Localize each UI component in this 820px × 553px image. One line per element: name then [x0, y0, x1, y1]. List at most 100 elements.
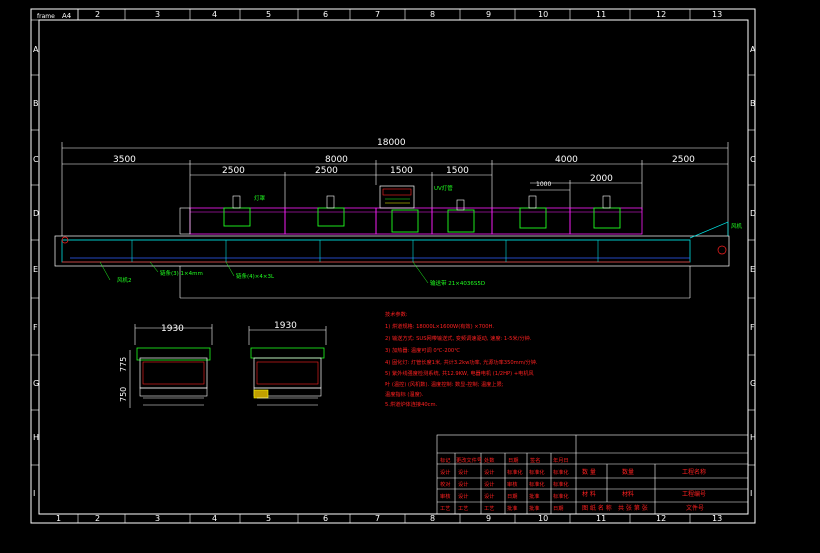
dim-2000: 2000	[590, 174, 613, 184]
quantity-value: 数量	[622, 468, 634, 476]
svg-text:设计: 设计	[440, 468, 450, 476]
dim-2500-right: 2500	[672, 155, 695, 165]
col-label: 3	[155, 10, 160, 19]
row-label: E	[33, 265, 38, 274]
col-label: 1	[56, 514, 61, 523]
material-value: 材料	[622, 490, 634, 498]
lamp-right-label: 风机	[731, 222, 743, 230]
col-label: 12	[656, 10, 666, 19]
material-label: 材 料	[582, 490, 596, 498]
dimension-values: 18000 3500 8000 4000 2500 2500 1500 1500…	[113, 138, 695, 184]
note-line: 5.烘道炉体连接40cm.	[385, 400, 438, 408]
svg-text:批准: 批准	[529, 504, 539, 512]
svg-text:设计: 设计	[484, 468, 494, 476]
callout-1: 风机2	[117, 276, 132, 284]
row-label: C	[750, 155, 756, 164]
scale-label: 共 张 第 张	[618, 504, 648, 512]
col-label: 10	[538, 514, 548, 523]
row-label: C	[33, 155, 39, 164]
note-line: 技术参数:	[385, 310, 408, 318]
col-label: 10	[538, 10, 548, 19]
note-line: 叶 (温控) (风机数). 温度控制: 数显-控制; 温度上限;	[385, 380, 504, 388]
corner-tag: frame	[37, 13, 55, 20]
rev-header: 更改文件号	[456, 456, 482, 464]
col-label: 2	[95, 10, 100, 19]
svg-text:标准化: 标准化	[507, 468, 523, 476]
col-label: 4	[212, 514, 217, 523]
svg-text:审核: 审核	[507, 480, 517, 488]
title-block-revision-header: 标记 更改文件号 处数 日期 签名 年月日	[440, 456, 569, 464]
col-label: 5	[266, 514, 271, 523]
column-labels-top: 2 3 4 5 6 7 8 9 10 11 12 13	[95, 10, 722, 19]
lamp-left-label: 灯罩	[254, 194, 266, 202]
col-label: 7	[375, 514, 380, 523]
col-label: 8	[430, 514, 435, 523]
rev-header: 签名	[530, 456, 540, 464]
col-label: 13	[712, 10, 722, 19]
row-label: I	[33, 489, 35, 498]
row-label: D	[33, 209, 39, 218]
section2-width: 1930	[274, 321, 297, 331]
col-label: 9	[486, 10, 491, 19]
svg-text:设计: 设计	[458, 492, 468, 500]
svg-text:标准化: 标准化	[553, 480, 569, 488]
row-label: G	[750, 379, 756, 388]
row-label: H	[750, 433, 756, 442]
col-label: 9	[486, 514, 491, 523]
svg-text:设计: 设计	[484, 480, 494, 488]
inner-frame	[38, 19, 749, 515]
svg-text:标准化: 标准化	[529, 480, 545, 488]
rev-header: 年月日	[553, 456, 569, 464]
note-line: 3) 加热器: 温度可调 0℃-200℃	[385, 346, 460, 354]
cad-drawing: frame A4 2 3 4 5 6 7 8 9 10 11 12 13 1 2…	[30, 8, 756, 524]
row-labels-left: A B C D E F G H I	[33, 45, 39, 498]
col-label: 8	[430, 10, 435, 19]
dim-1000: 1000	[536, 181, 551, 188]
svg-text:设计: 设计	[484, 492, 494, 500]
note-line: 温度指标 (温度).	[385, 390, 424, 398]
dim-2500-mid: 2500	[315, 166, 338, 176]
section-view-1	[129, 324, 213, 408]
dim-2500-left: 2500	[222, 166, 245, 176]
row-label: I	[750, 489, 752, 498]
col-label: 4	[212, 10, 217, 19]
row-label: D	[750, 209, 756, 218]
col-label: 5	[266, 10, 271, 19]
callout-4: 输送带 21×4036S5D	[430, 279, 485, 287]
svg-text:批准: 批准	[507, 504, 517, 512]
uv-lamp-label: UV灯管	[434, 184, 453, 192]
col-label: 11	[596, 10, 606, 19]
section-view-2	[248, 326, 327, 406]
svg-text:标准化: 标准化	[529, 468, 545, 476]
rev-header: 标记	[440, 456, 450, 464]
drawing-no: 工程编号	[682, 490, 706, 498]
svg-text:日期: 日期	[553, 505, 563, 512]
dim-750: 750	[119, 387, 128, 402]
row-label: B	[33, 99, 39, 108]
col-label: 6	[323, 10, 328, 19]
rev-header: 日期	[508, 457, 518, 464]
svg-text:校对: 校对	[440, 480, 450, 488]
row-label: E	[750, 265, 755, 274]
row-label: G	[33, 379, 39, 388]
svg-text:设计: 设计	[458, 468, 468, 476]
section1-width: 1930	[161, 324, 184, 334]
svg-text:标准化: 标准化	[553, 468, 569, 476]
col-label: 3	[155, 514, 160, 523]
row-label: F	[750, 323, 755, 332]
svg-text:标准化: 标准化	[553, 492, 569, 500]
quantity-label: 数 量	[582, 468, 596, 476]
technical-notes: 技术参数: 1) 烘道规格: 18000L×1600W(有效) ×700H. 2…	[385, 310, 538, 408]
callout-2: 链条(3) 1×4mm	[160, 269, 203, 277]
dim-775: 775	[119, 357, 128, 372]
project-name: 工程名称	[682, 468, 706, 476]
note-line: 2) 输送方式: SUS网带输送式, 变频调速驱动, 速度: 1-5米/分钟.	[385, 334, 532, 342]
title-block-rows: 设计 设计 设计 标准化 标准化 标准化 校对 设计 设计 审核 标准化 标准化 审核 设计 设计 日期批…	[440, 468, 569, 512]
col-label: 12	[656, 514, 666, 523]
note-line: 1) 烘道规格: 18000L×1600W(有效) ×700H.	[385, 322, 494, 330]
row-label: B	[750, 99, 756, 108]
oven-elevation	[54, 185, 730, 299]
col-label: 2	[95, 514, 100, 523]
svg-text:批准: 批准	[529, 492, 539, 500]
callout-3: 链条(4)×4×3L	[236, 272, 275, 280]
